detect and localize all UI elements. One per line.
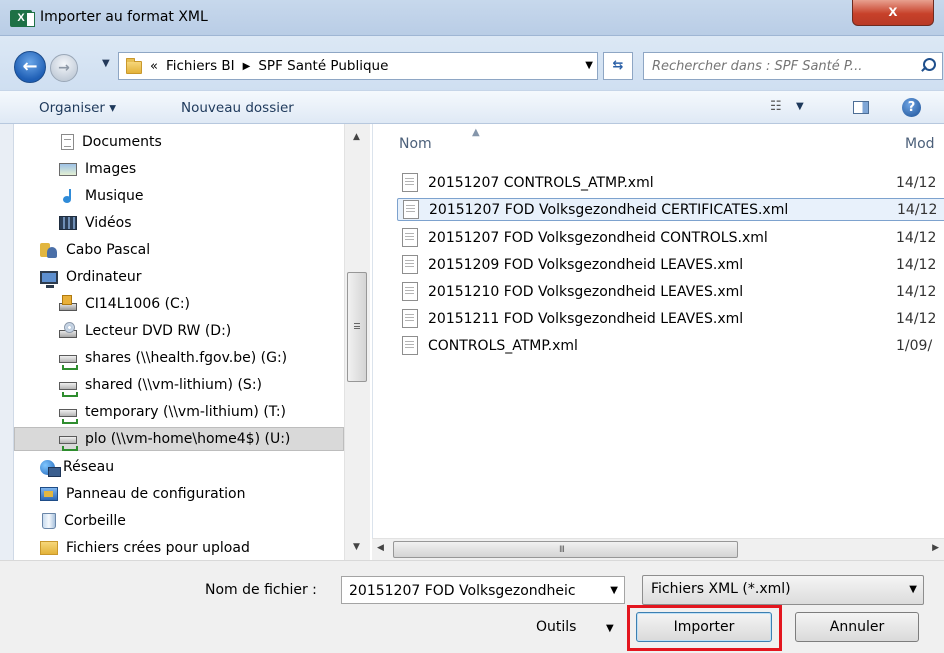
file-row[interactable]: 20151207 FOD Volksgezondheid CONTROLS.xm… <box>397 226 944 249</box>
tools-menu[interactable]: Outils <box>536 619 576 635</box>
scroll-left-icon[interactable]: ◀ <box>377 543 384 553</box>
network-drive-icon <box>59 382 78 397</box>
xml-file-icon <box>402 255 418 274</box>
breadcrumb-overflow[interactable]: « <box>150 59 158 74</box>
chevron-down-icon[interactable]: ▼ <box>796 101 804 112</box>
nav-item-images[interactable]: Images <box>59 157 136 181</box>
nav-item-recycle-bin[interactable]: Corbeille <box>40 509 126 533</box>
nav-item-control-panel[interactable]: Panneau de configuration <box>40 482 245 506</box>
forward-button[interactable]: → <box>50 54 78 82</box>
navigation-pane: Documents Images Musique Vidéos Cabo Pas… <box>14 124 370 560</box>
sort-ascending-icon: ▲ <box>472 127 480 138</box>
xml-file-icon <box>402 309 418 328</box>
nav-item-music[interactable]: Musique <box>59 184 144 208</box>
refresh-button[interactable]: ⇆ <box>603 52 633 80</box>
file-row[interactable]: CONTROLS_ATMP.xml 1/09/ <box>397 334 944 357</box>
xml-file-icon <box>402 228 418 247</box>
help-icon[interactable]: ? <box>902 98 921 117</box>
close-button[interactable]: x <box>852 0 934 26</box>
scroll-up-icon[interactable]: ▲ <box>353 132 360 142</box>
nav-item-drive-u[interactable]: plo (\\vm-home\home4$) (U:) <box>14 427 344 451</box>
command-bar: Organiser ▾ Nouveau dossier ☷ ▼ ? <box>0 90 944 124</box>
file-row[interactable]: 20151211 FOD Volksgezondheid LEAVES.xml 1… <box>397 307 944 330</box>
local-drive-icon <box>59 295 77 311</box>
new-folder-button[interactable]: Nouveau dossier <box>181 100 294 116</box>
nav-item-videos[interactable]: Vidéos <box>59 211 132 235</box>
folder-icon <box>40 541 58 555</box>
history-chevron-icon[interactable]: ▼ <box>102 58 110 69</box>
back-button[interactable]: ← <box>14 51 46 83</box>
breadcrumb-item-spf-sante[interactable]: SPF Santé Publique <box>258 58 388 74</box>
chevron-down-icon[interactable]: ▼ <box>909 584 917 595</box>
nav-item-network[interactable]: Réseau <box>40 455 114 479</box>
search-icon[interactable] <box>923 58 936 71</box>
network-drive-icon <box>59 355 78 370</box>
recycle-bin-icon <box>42 513 56 529</box>
xml-file-icon <box>403 200 419 219</box>
file-row[interactable]: 20151207 CONTROLS_ATMP.xml 14/12 <box>397 171 944 194</box>
filetype-select[interactable]: Fichiers XML (*.xml) ▼ <box>642 575 924 605</box>
import-highlight-box <box>627 605 782 651</box>
chevron-down-icon[interactable]: ▼ <box>606 623 614 634</box>
grip-icon <box>354 323 360 329</box>
control-panel-icon <box>40 487 58 501</box>
xml-file-icon <box>402 282 418 301</box>
breadcrumb-item-fichiers-bi[interactable]: Fichiers BI <box>166 58 235 74</box>
file-list-hscrollbar[interactable]: ◀ III ▶ <box>372 538 944 560</box>
nav-item-drive-t[interactable]: temporary (\\vm-lithium) (T:) <box>59 400 286 424</box>
view-options-icon[interactable]: ☷ <box>770 99 782 114</box>
nav-item-drive-g[interactable]: shares (\\health.fgov.be) (G:) <box>59 346 287 370</box>
chevron-down-icon[interactable]: ▼ <box>585 60 593 71</box>
folder-icon <box>126 58 142 74</box>
scroll-right-icon[interactable]: ▶ <box>932 543 939 553</box>
xml-file-icon <box>402 173 418 192</box>
user-folder-icon <box>40 242 58 258</box>
search-box[interactable] <box>643 52 943 80</box>
search-input[interactable] <box>650 57 908 75</box>
images-icon <box>59 162 77 176</box>
nav-item-cabo-pascal[interactable]: Cabo Pascal <box>40 238 150 262</box>
file-list: Nom ▲ Mod 20151207 CONTROLS_ATMP.xml 14/1… <box>372 124 944 538</box>
dvd-drive-icon <box>59 322 77 338</box>
filename-input[interactable] <box>347 582 597 600</box>
cancel-button[interactable]: Annuler <box>795 612 919 642</box>
network-drive-icon <box>59 409 78 424</box>
excel-app-icon: X <box>10 10 35 27</box>
nav-item-documents[interactable]: Documents <box>59 130 162 154</box>
nav-item-drive-s[interactable]: shared (\\vm-lithium) (S:) <box>59 373 262 397</box>
filename-label: Nom de fichier : <box>205 582 317 598</box>
chevron-right-icon[interactable]: ▶ <box>243 61 251 72</box>
preview-pane-icon[interactable] <box>853 101 869 114</box>
network-drive-icon <box>59 436 78 451</box>
nav-item-drive-d[interactable]: Lecteur DVD RW (D:) <box>59 319 231 343</box>
scroll-down-icon[interactable]: ▼ <box>353 542 360 552</box>
file-row[interactable]: 20151210 FOD Volksgezondheid LEAVES.xml 1… <box>397 280 944 303</box>
network-icon <box>40 459 61 477</box>
file-row[interactable]: 20151209 FOD Volksgezondheid LEAVES.xml 1… <box>397 253 944 276</box>
music-icon <box>59 188 77 204</box>
xml-file-icon <box>402 336 418 355</box>
filetype-value: Fichiers XML (*.xml) <box>651 581 791 597</box>
file-row-selected[interactable]: 20151207 FOD Volksgezondheid CERTIFICATE… <box>397 198 944 221</box>
chevron-down-icon[interactable]: ▼ <box>610 585 618 596</box>
nav-left-margin <box>0 124 14 560</box>
column-header-modified[interactable]: Mod <box>905 136 935 152</box>
hscroll-thumb[interactable]: III <box>393 541 738 558</box>
column-header-name[interactable]: Nom <box>399 136 432 152</box>
nav-item-drive-c[interactable]: CI14L1006 (C:) <box>59 292 190 316</box>
documents-icon <box>61 134 74 150</box>
nav-item-upload-folder[interactable]: Fichiers crées pour upload <box>40 536 250 560</box>
organize-button[interactable]: Organiser ▾ <box>39 100 116 116</box>
nav-scroll-thumb[interactable] <box>347 272 367 382</box>
breadcrumb[interactable]: « Fichiers BI ▶ SPF Santé Publique ▼ <box>118 52 598 80</box>
window-title: Importer au format XML <box>40 9 208 25</box>
videos-icon <box>59 216 77 230</box>
filename-combobox[interactable]: ▼ <box>341 576 625 604</box>
dialog-footer: Nom de fichier : ▼ Fichiers XML (*.xml) … <box>0 560 944 653</box>
nav-item-computer[interactable]: Ordinateur <box>40 265 142 289</box>
grip-icon: III <box>559 545 565 555</box>
title-bar: X Importer au format XML x <box>0 0 944 36</box>
computer-icon <box>40 270 58 288</box>
nav-scrollbar[interactable]: ▲ ▼ <box>344 124 370 560</box>
